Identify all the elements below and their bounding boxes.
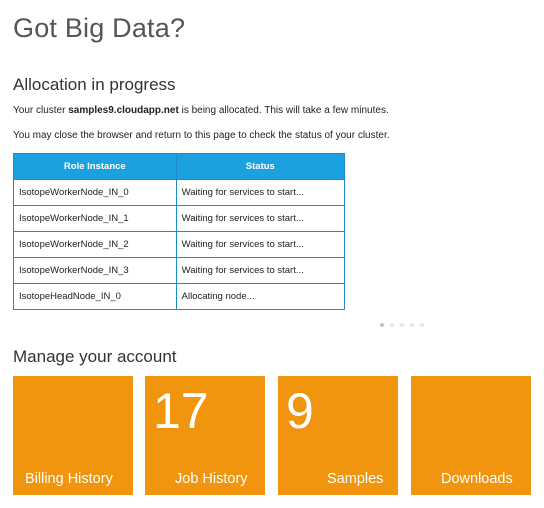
status-cell: Waiting for services to start...	[175, 257, 346, 284]
pager-dots	[380, 323, 424, 327]
table-row: IsotopeHeadNode_IN_0 Allocating node...	[13, 283, 346, 310]
tile-label: Downloads	[441, 471, 513, 487]
tile-label: Job History	[175, 471, 248, 487]
role-instance-cell: IsotopeWorkerNode_IN_1	[13, 205, 177, 232]
table-row: IsotopeWorkerNode_IN_0 Waiting for servi…	[13, 179, 346, 206]
close-note: You may close the browser and return to …	[13, 130, 390, 141]
downloads-tile[interactable]: Downloads	[411, 376, 531, 495]
column-header-status: Status	[175, 153, 346, 180]
pager-dot[interactable]	[410, 323, 414, 327]
role-instance-table: Role Instance Status IsotopeWorkerNode_I…	[13, 153, 346, 310]
allocation-title: Allocation in progress	[13, 75, 176, 94]
status-cell: Allocating node...	[175, 283, 346, 310]
manage-account-title: Manage your account	[13, 347, 177, 366]
pager-dot[interactable]	[400, 323, 404, 327]
column-header-role-instance: Role Instance	[13, 153, 177, 180]
role-instance-cell: IsotopeWorkerNode_IN_3	[13, 257, 177, 284]
allocation-message-suffix: is being allocated. This will take a few…	[178, 105, 389, 116]
role-instance-cell: IsotopeWorkerNode_IN_2	[13, 231, 177, 258]
table-header-row: Role Instance Status	[13, 153, 346, 180]
tile-count: 17	[153, 383, 209, 439]
table-row: IsotopeWorkerNode_IN_3 Waiting for servi…	[13, 257, 346, 284]
tile-label: Billing History	[25, 471, 113, 487]
tile-label: Samples	[327, 471, 384, 487]
account-tiles: Billing History 17 Job History 9 Samples…	[13, 376, 543, 495]
job-history-tile[interactable]: 17 Job History	[145, 376, 265, 495]
role-instance-cell: IsotopeWorkerNode_IN_0	[13, 179, 177, 206]
status-cell: Waiting for services to start...	[175, 205, 346, 232]
table-row: IsotopeWorkerNode_IN_2 Waiting for servi…	[13, 231, 346, 258]
pager-dot[interactable]	[390, 323, 394, 327]
pager-dot[interactable]	[420, 323, 424, 327]
page-title: Got Big Data?	[13, 13, 186, 43]
role-instance-cell: IsotopeHeadNode_IN_0	[13, 283, 177, 310]
billing-history-tile[interactable]: Billing History	[13, 376, 133, 495]
allocation-message-prefix: Your cluster	[13, 105, 69, 116]
allocation-message: Your cluster samples9.cloudapp.net is be…	[13, 105, 389, 116]
pager-dot[interactable]	[380, 323, 384, 327]
table-row: IsotopeWorkerNode_IN_1 Waiting for servi…	[13, 205, 346, 232]
cluster-name: samples9.cloudapp.net	[68, 105, 179, 116]
tile-count: 9	[286, 383, 314, 439]
status-cell: Waiting for services to start...	[175, 179, 346, 206]
status-cell: Waiting for services to start...	[175, 231, 346, 258]
samples-tile[interactable]: 9 Samples	[278, 376, 398, 495]
